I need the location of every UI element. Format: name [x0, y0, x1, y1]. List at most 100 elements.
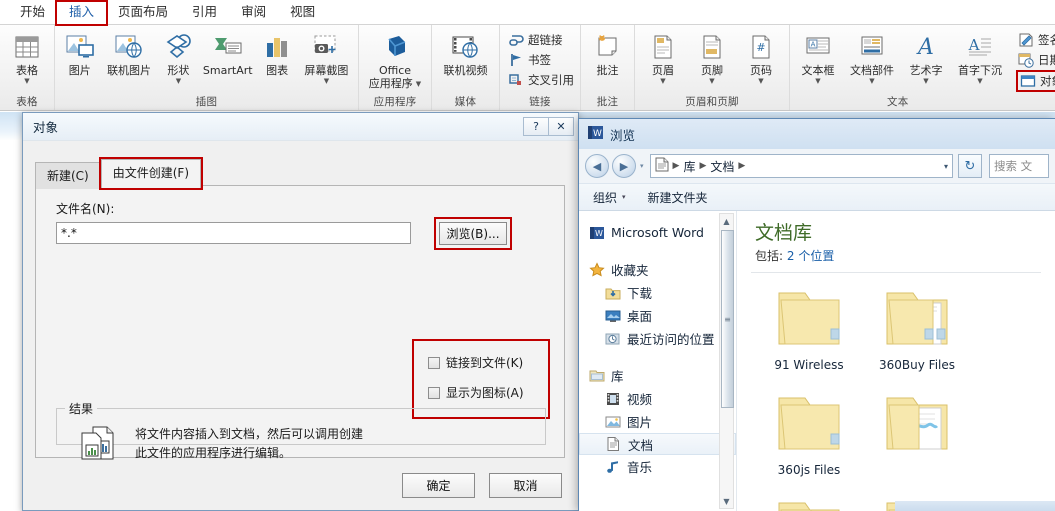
- footer-button[interactable]: 页脚 ▼: [688, 28, 736, 85]
- svg-text:A: A: [968, 36, 980, 54]
- chevron-down-icon[interactable]: ▼: [709, 78, 714, 85]
- header-button[interactable]: 页眉 ▼: [639, 28, 687, 85]
- folder-item[interactable]: [755, 493, 863, 511]
- scrollbar-thumb[interactable]: ≡: [721, 230, 734, 408]
- history-dropdown-icon[interactable]: ▾: [640, 162, 644, 170]
- date-time-button[interactable]: 日期和时间: [1018, 52, 1055, 68]
- filename-input[interactable]: [56, 222, 411, 244]
- help-button[interactable]: ?: [523, 117, 549, 136]
- display-as-icon-row[interactable]: 显示为图标(A): [428, 384, 548, 401]
- drop-cap-button[interactable]: A 首字下沉 ▼: [951, 28, 1009, 85]
- date-time-button-label: 日期和时间: [1038, 53, 1055, 67]
- header-icon: [650, 30, 676, 64]
- chevron-down-icon[interactable]: ▼: [815, 78, 820, 85]
- online-picture-button[interactable]: 联机图片: [101, 28, 156, 77]
- display-as-icon-checkbox[interactable]: [428, 386, 440, 399]
- tree-item-recent-places[interactable]: 最近访问的位置: [579, 327, 736, 350]
- tree-item-desktop[interactable]: 桌面: [579, 304, 736, 327]
- chevron-down-icon[interactable]: ▼: [660, 78, 665, 85]
- cross-reference-button[interactable]: 交叉引用: [508, 72, 574, 88]
- ribbon-tab-review[interactable]: 审阅: [229, 2, 278, 24]
- chevron-down-icon[interactable]: ▼: [416, 80, 421, 88]
- ribbon-group-label-header-footer: 页眉和页脚: [685, 96, 739, 108]
- new-folder-button[interactable]: 新建文件夹: [648, 189, 708, 206]
- tree-item-documents[interactable]: 文档: [579, 433, 736, 455]
- ok-button[interactable]: 确定: [402, 473, 475, 498]
- tree-item-microsoft-word[interactable]: W Microsoft Word: [579, 221, 736, 244]
- ribbon-panel: 表格 ▼ 表格 图片 联机图片 形状 ▼ SmartArt 图表 屏幕截图 ▼ …: [0, 25, 1055, 111]
- text-box-button[interactable]: A 文本框 ▼: [794, 28, 842, 85]
- browse-file-dialog: W 浏览 ◀ ▶ ▾ ▶ 库 ▶ 文档 ▶ ▾ ↻ 搜索 文 组织 ▾ 新建文件…: [578, 118, 1055, 511]
- folder-item[interactable]: 91 Wireless: [755, 283, 863, 388]
- browse-dialog-title: 浏览: [610, 127, 636, 143]
- forward-button[interactable]: ▶: [612, 154, 636, 178]
- address-bar[interactable]: ▶ 库 ▶ 文档 ▶ ▾: [649, 154, 953, 178]
- folder-item[interactable]: [863, 388, 971, 493]
- object-dialog-titlebar: 对象 ? ✕: [23, 113, 578, 141]
- screenshot-button[interactable]: 屏幕截图 ▼: [299, 28, 354, 85]
- picture-button[interactable]: 图片: [59, 28, 100, 77]
- signature-line-button[interactable]: 签名行 ▼: [1018, 32, 1055, 48]
- tree-item-pictures[interactable]: 图片: [579, 410, 736, 433]
- tree-item-videos[interactable]: 视频: [579, 387, 736, 410]
- scroll-down-icon[interactable]: ▼: [723, 494, 729, 508]
- link-to-file-checkbox[interactable]: [428, 356, 440, 369]
- chevron-down-icon[interactable]: ▼: [324, 78, 329, 85]
- tree-item-music[interactable]: 音乐: [579, 455, 736, 478]
- scroll-up-icon[interactable]: ▲: [723, 214, 729, 228]
- folder-item[interactable]: 360Buy Files: [863, 283, 971, 388]
- tab-create-new[interactable]: 新建(C): [35, 162, 101, 189]
- tree-item-downloads[interactable]: 下载: [579, 281, 736, 304]
- ribbon-tab-home[interactable]: 开始: [8, 2, 57, 24]
- chevron-down-icon[interactable]: ▼: [977, 78, 982, 85]
- smartart-button[interactable]: SmartArt: [200, 28, 255, 77]
- organize-button[interactable]: 组织 ▾: [593, 189, 626, 206]
- chevron-down-icon[interactable]: ▼: [758, 78, 763, 85]
- ribbon-group-label-apps: 应用程序: [373, 96, 417, 108]
- back-button[interactable]: ◀: [585, 154, 609, 178]
- chevron-down-icon[interactable]: ▼: [176, 78, 181, 85]
- ribbon-tab-insert[interactable]: 插入: [55, 0, 109, 26]
- link-to-file-row[interactable]: 链接到文件(K): [428, 354, 548, 371]
- breadcrumb-library[interactable]: 库: [683, 158, 695, 175]
- chevron-down-icon[interactable]: ▾: [622, 193, 626, 201]
- ribbon-group-label-text: 文本: [887, 96, 909, 108]
- folder-item[interactable]: 360js Files: [755, 388, 863, 493]
- bookmark-button[interactable]: 书签: [508, 52, 574, 68]
- tree-item-favorites[interactable]: 收藏夹: [579, 258, 736, 281]
- chart-button[interactable]: 图表: [256, 28, 297, 77]
- smartart-icon: [213, 30, 243, 64]
- tree-item-libraries[interactable]: 库: [579, 364, 736, 387]
- online-video-button[interactable]: 联机视频: [436, 28, 495, 77]
- ribbon-tab-page-layout[interactable]: 页面布局: [106, 2, 180, 24]
- tab-create-from-file[interactable]: 由文件创建(F): [98, 157, 204, 190]
- navigation-pane-scrollbar[interactable]: ▲ ▼ ≡: [719, 213, 734, 509]
- ribbon-tab-references[interactable]: 引用: [180, 2, 229, 24]
- refresh-button[interactable]: ↻: [958, 154, 982, 178]
- object-button[interactable]: 对象 ▼: [1016, 70, 1055, 92]
- office-apps-button[interactable]: Office 应用程序 ▼: [363, 28, 427, 90]
- comment-button[interactable]: 批注: [585, 28, 630, 77]
- close-button[interactable]: ✕: [548, 117, 574, 136]
- tree-item-label: 文档: [628, 437, 654, 453]
- tree-item-label: 桌面: [627, 309, 653, 324]
- ribbon-tab-view[interactable]: 视图: [278, 2, 327, 24]
- page-number-button[interactable]: # 页码 ▼: [737, 28, 785, 85]
- footer-icon: [699, 30, 725, 64]
- library-locations-link[interactable]: 2 个位置: [787, 249, 834, 263]
- wordart-button[interactable]: A 艺术字 ▼: [902, 28, 950, 85]
- cancel-button[interactable]: 取消: [489, 473, 562, 498]
- breadcrumb-documents[interactable]: 文档: [710, 158, 734, 175]
- chevron-down-icon[interactable]: ▼: [24, 78, 29, 85]
- shapes-button[interactable]: 形状 ▼: [158, 28, 199, 85]
- chevron-down-icon[interactable]: ▼: [869, 78, 874, 85]
- table-button[interactable]: 表格 ▼: [4, 28, 50, 85]
- hyperlink-button[interactable]: 超链接: [508, 32, 574, 48]
- address-dropdown-icon[interactable]: ▾: [944, 162, 948, 171]
- search-input[interactable]: 搜索 文: [989, 154, 1049, 178]
- chevron-down-icon[interactable]: ▼: [923, 78, 928, 85]
- document-parts-button[interactable]: 文档部件 ▼: [843, 28, 901, 85]
- library-title: 文档库: [755, 222, 813, 244]
- table-button-label: 表格: [16, 64, 38, 77]
- browse-button[interactable]: 浏览(B)...: [439, 222, 507, 245]
